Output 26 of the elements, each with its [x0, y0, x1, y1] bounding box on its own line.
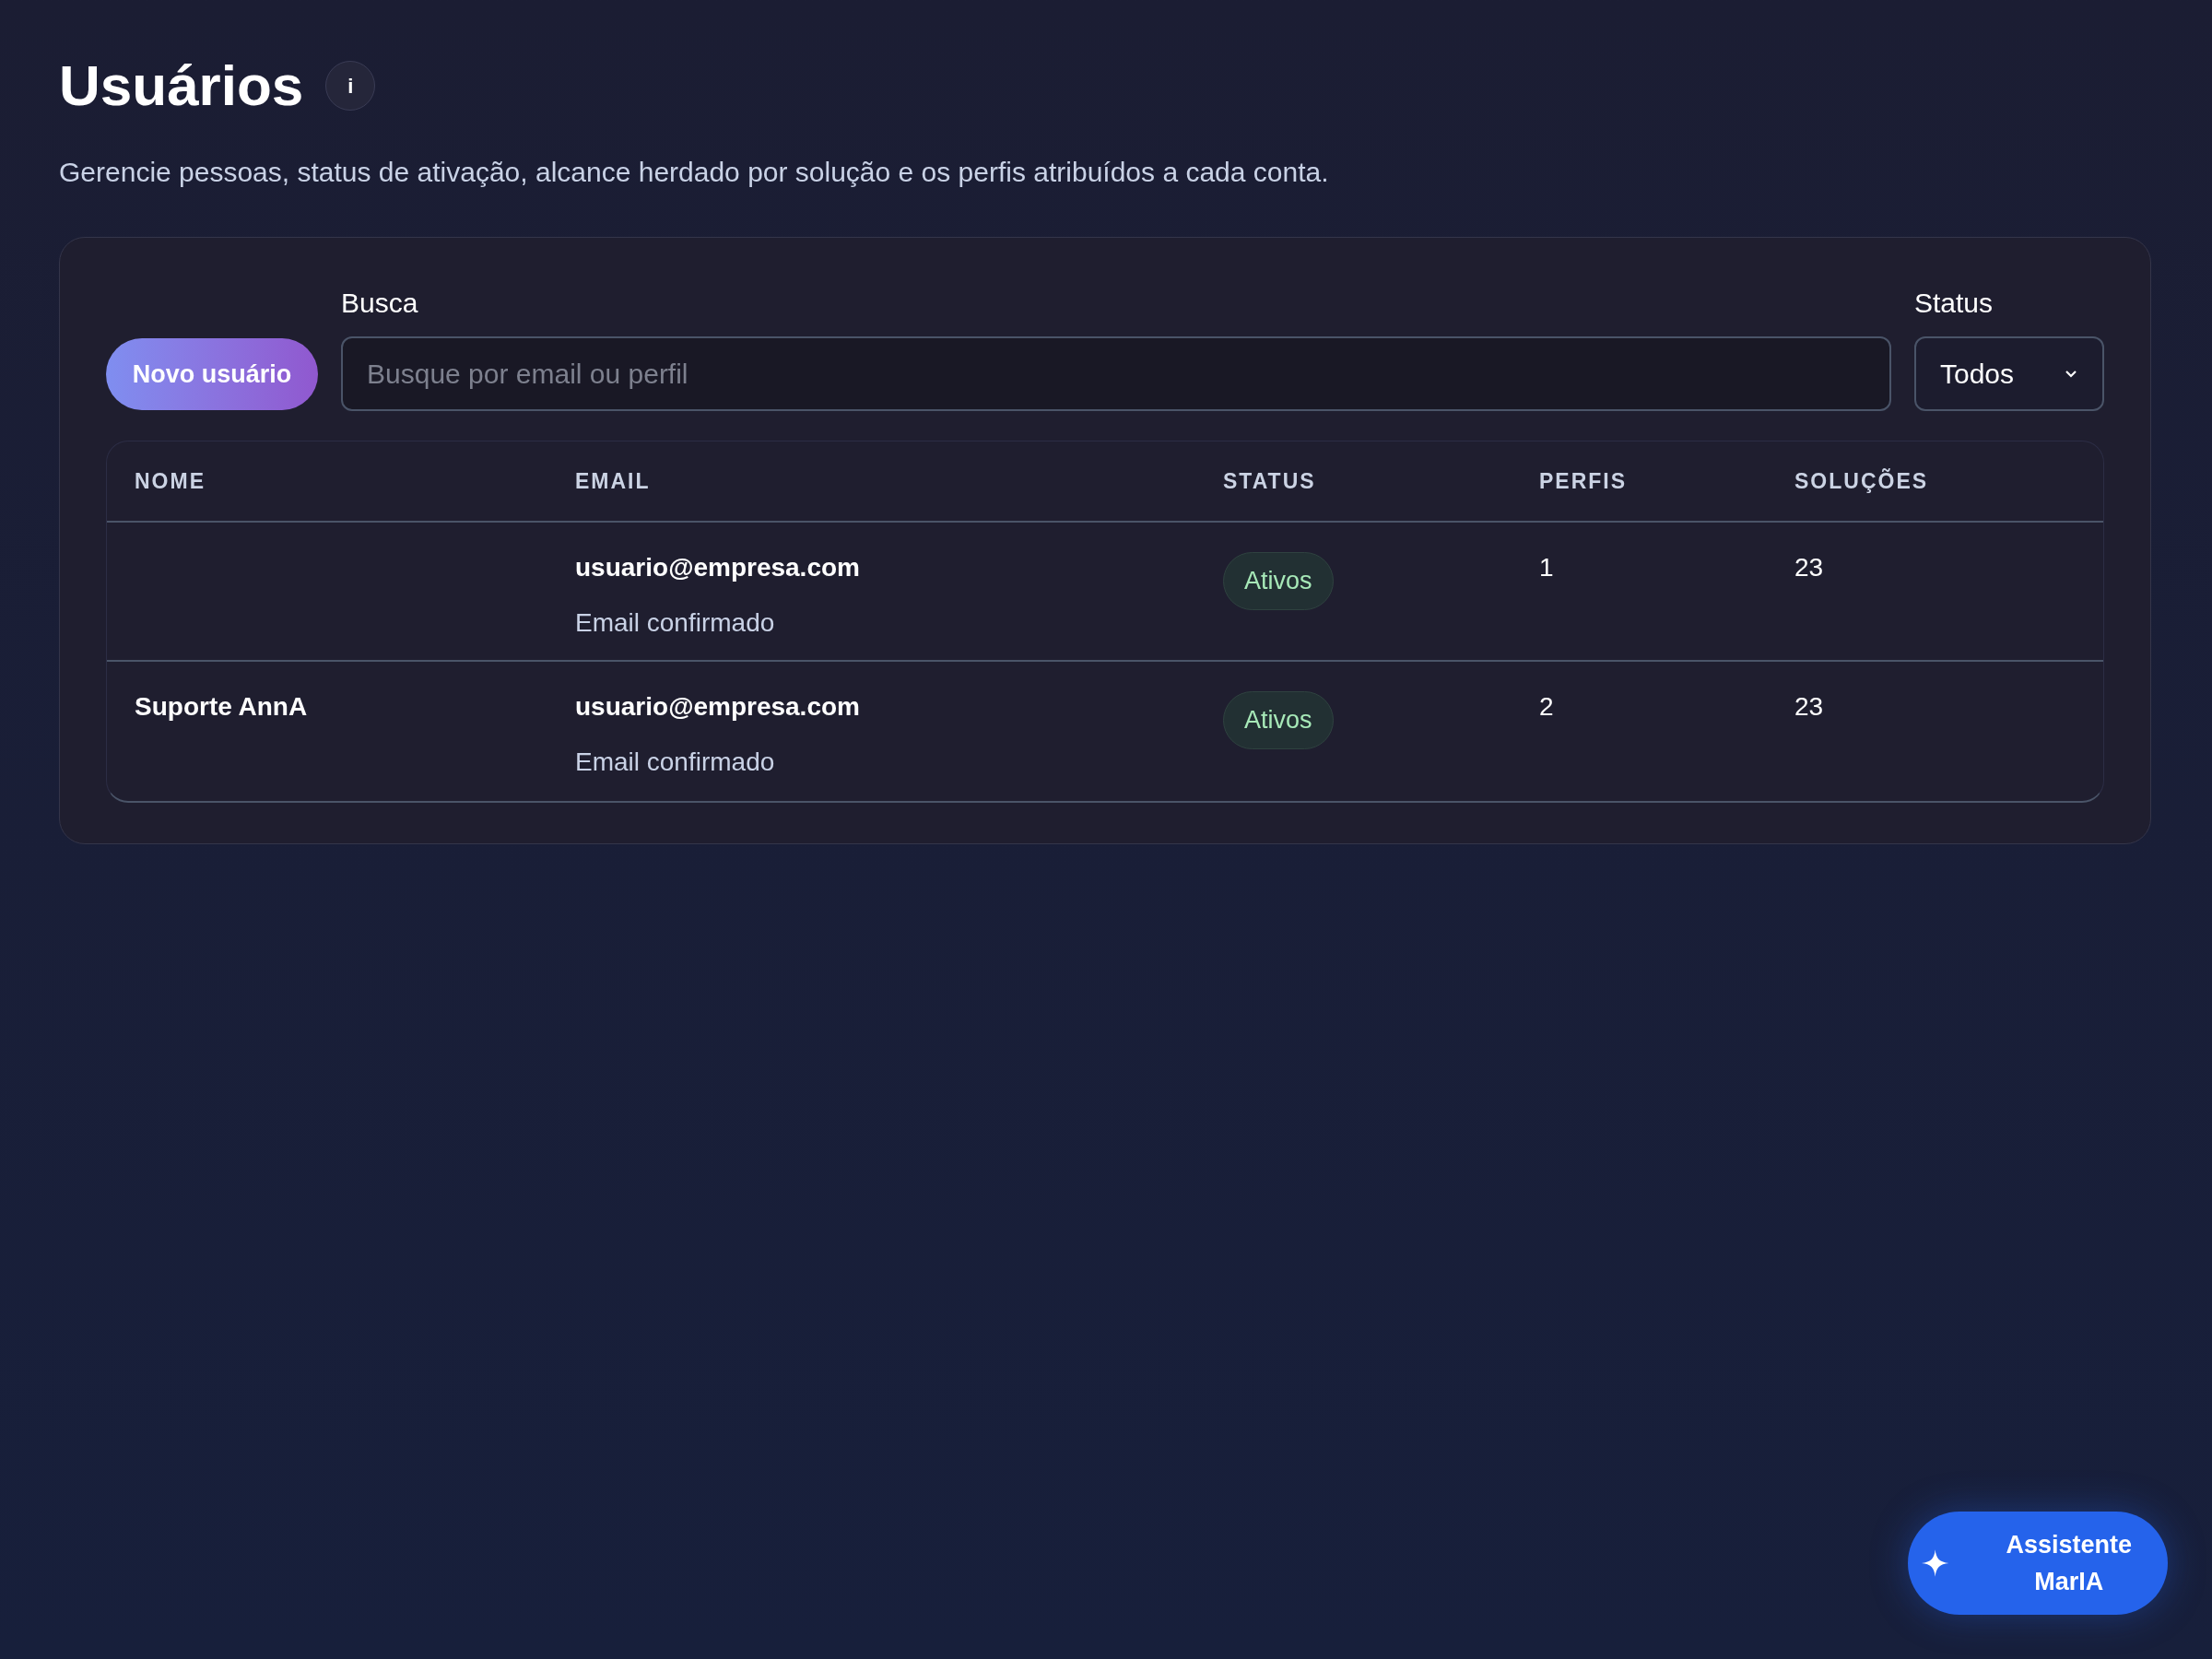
solutions-count: 23 — [1794, 692, 1824, 721]
column-header: EMAIL — [575, 467, 651, 495]
new-user-button[interactable]: Novo usuário — [106, 338, 318, 410]
info-button[interactable]: i — [325, 61, 376, 111]
column-header: NOME — [135, 467, 206, 495]
column-header: PERFIS — [1539, 467, 1628, 495]
solutions-count: 23 — [1794, 553, 1824, 582]
page-title: Usuários — [59, 57, 304, 114]
page-subtitle: Gerencie pessoas, status de ativação, alcance herdado por solução e os perfis atribuídos a cada conta. — [59, 156, 1330, 189]
profiles-count: 1 — [1539, 553, 1554, 582]
user-email: usuario@empresa.com — [575, 552, 860, 583]
user-email: usuario@empresa.com — [575, 691, 860, 723]
profiles-count: 2 — [1539, 692, 1554, 721]
email-status: Email confirmado — [575, 747, 775, 778]
column-header: SOLUÇÕES — [1794, 467, 1929, 495]
status-badge: Ativos — [1223, 552, 1334, 610]
search-label: Busca — [341, 287, 419, 320]
assistant-button[interactable]: Assistente MarIA — [1908, 1512, 2168, 1615]
status-select[interactable]: Todos — [1914, 336, 2104, 411]
email-status: Email confirmado — [575, 607, 775, 639]
user-name: Suporte AnnA — [135, 692, 308, 721]
column-header: STATUS — [1223, 467, 1316, 495]
status-label: Status — [1914, 287, 1994, 320]
search-field[interactable]: Busque por email ou perfil — [341, 336, 1891, 411]
chevron-down-icon — [2064, 369, 2078, 379]
status-badge: Ativos — [1223, 691, 1334, 749]
